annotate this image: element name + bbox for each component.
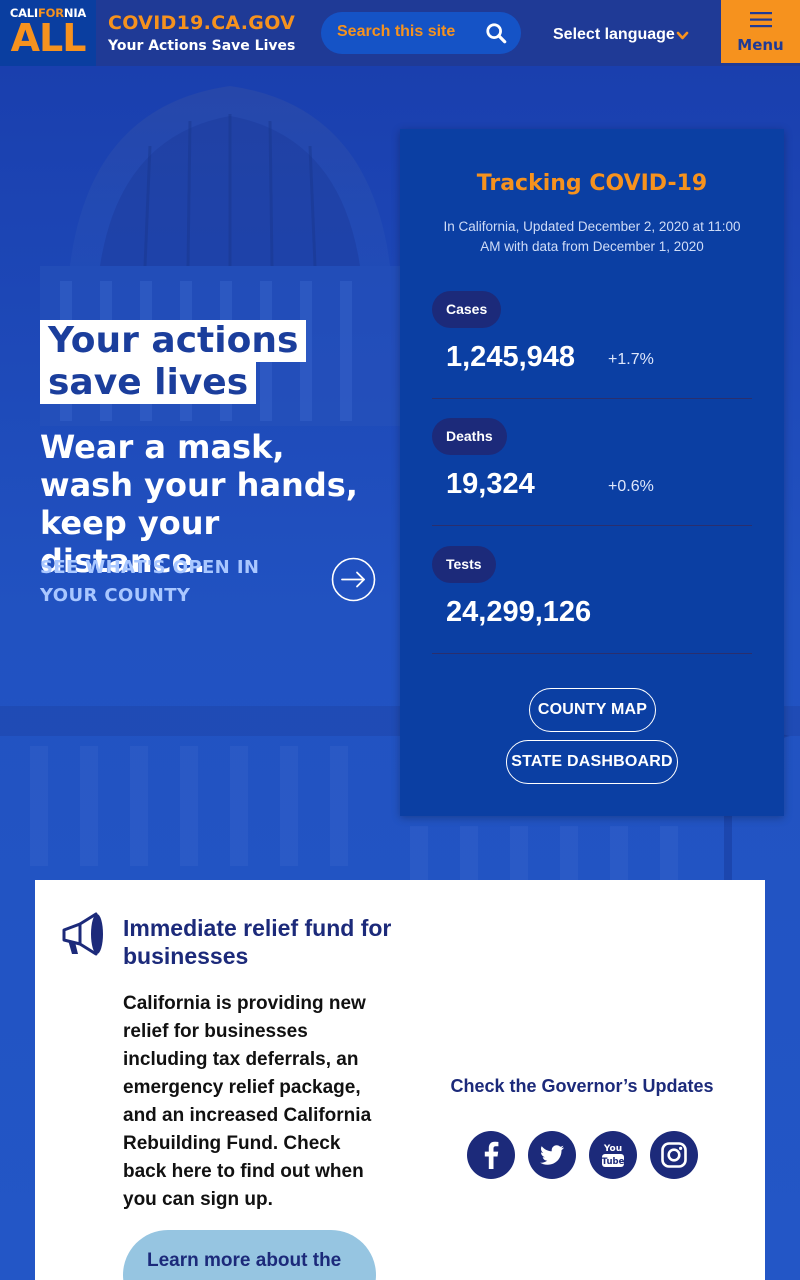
stat-value: 1,245,948 xyxy=(446,341,576,373)
hamburger-icon xyxy=(750,12,772,28)
stat-deaths: Deaths 19,324 +0.6% xyxy=(432,418,752,528)
learn-more-label: Learn more about the xyxy=(147,1250,342,1271)
instagram-icon xyxy=(661,1142,687,1168)
stat-tests: Tests 24,299,126 xyxy=(432,546,752,656)
california-all-logo[interactable]: CALIFORNIA ALL xyxy=(0,0,96,66)
divider xyxy=(432,653,752,654)
headline-line-1: Your actions xyxy=(40,320,307,362)
twitter-icon xyxy=(540,1145,564,1165)
menu-button[interactable]: Menu xyxy=(721,0,800,63)
twitter-link[interactable] xyxy=(528,1131,576,1179)
chevron-down-icon[interactable] xyxy=(676,30,689,42)
site-name[interactable]: COVID19.CA.GOV xyxy=(108,12,295,34)
stat-cases: Cases 1,245,948 +1.7% xyxy=(432,291,752,401)
stat-change: +1.7% xyxy=(608,351,654,368)
divider xyxy=(432,398,752,399)
facebook-link[interactable] xyxy=(467,1131,515,1179)
instagram-link[interactable] xyxy=(650,1131,698,1179)
svg-text:Tube: Tube xyxy=(602,1157,625,1167)
hero-headline: Your actions save lives xyxy=(40,320,307,404)
megaphone-icon xyxy=(62,912,103,956)
youtube-icon: You Tube xyxy=(602,1144,625,1167)
stat-value: 19,324 xyxy=(446,468,535,500)
relief-body: California is providing new relief for b… xyxy=(123,993,372,1210)
language-select[interactable]: Select language xyxy=(553,26,675,44)
search-placeholder: Search this site xyxy=(337,23,456,40)
youtube-link[interactable]: You Tube xyxy=(589,1131,637,1179)
stat-label: Cases xyxy=(432,291,502,328)
county-open-link[interactable]: SEE WHAT'S OPEN IN YOUR COUNTY xyxy=(40,554,290,610)
headline-line-2: save lives xyxy=(40,362,257,404)
tracking-title: Tracking COVID-19 xyxy=(476,171,708,196)
arrow-right-circle-icon[interactable] xyxy=(331,557,376,602)
relief-fund-panel: Immediate relief fund for businesses Cal… xyxy=(35,880,765,1280)
menu-label: Menu xyxy=(737,36,784,54)
site-tagline: Your Actions Save Lives xyxy=(108,38,296,54)
county-map-button[interactable]: COUNTY MAP xyxy=(529,688,656,732)
learn-more-button[interactable]: Learn more about the xyxy=(123,1230,376,1280)
facebook-icon xyxy=(484,1141,499,1169)
svg-text:You: You xyxy=(603,1144,622,1154)
divider xyxy=(432,525,752,526)
search-input[interactable]: Search this site xyxy=(321,12,521,54)
tracking-card: Tracking COVID-19 In California, Updated… xyxy=(400,129,784,816)
stat-label: Tests xyxy=(432,546,496,583)
site-header: CALIFORNIA ALL COVID19.CA.GOV Your Actio… xyxy=(0,0,800,66)
stat-label: Deaths xyxy=(432,418,507,455)
governor-updates-heading: Check the Governor’s Updates xyxy=(450,1076,714,1096)
relief-title: Immediate relief fund for businesses xyxy=(123,915,392,969)
hero-section: Your actions save lives Wear a mask, was… xyxy=(0,66,800,1280)
stat-change: +0.6% xyxy=(608,478,654,495)
tracking-updated-text: In California, Updated December 2, 2020 … xyxy=(443,219,741,254)
search-icon[interactable] xyxy=(485,22,507,44)
state-dashboard-button[interactable]: STATE DASHBOARD xyxy=(506,740,678,784)
logo-all: ALL xyxy=(10,16,87,60)
stat-value: 24,299,126 xyxy=(446,596,592,628)
